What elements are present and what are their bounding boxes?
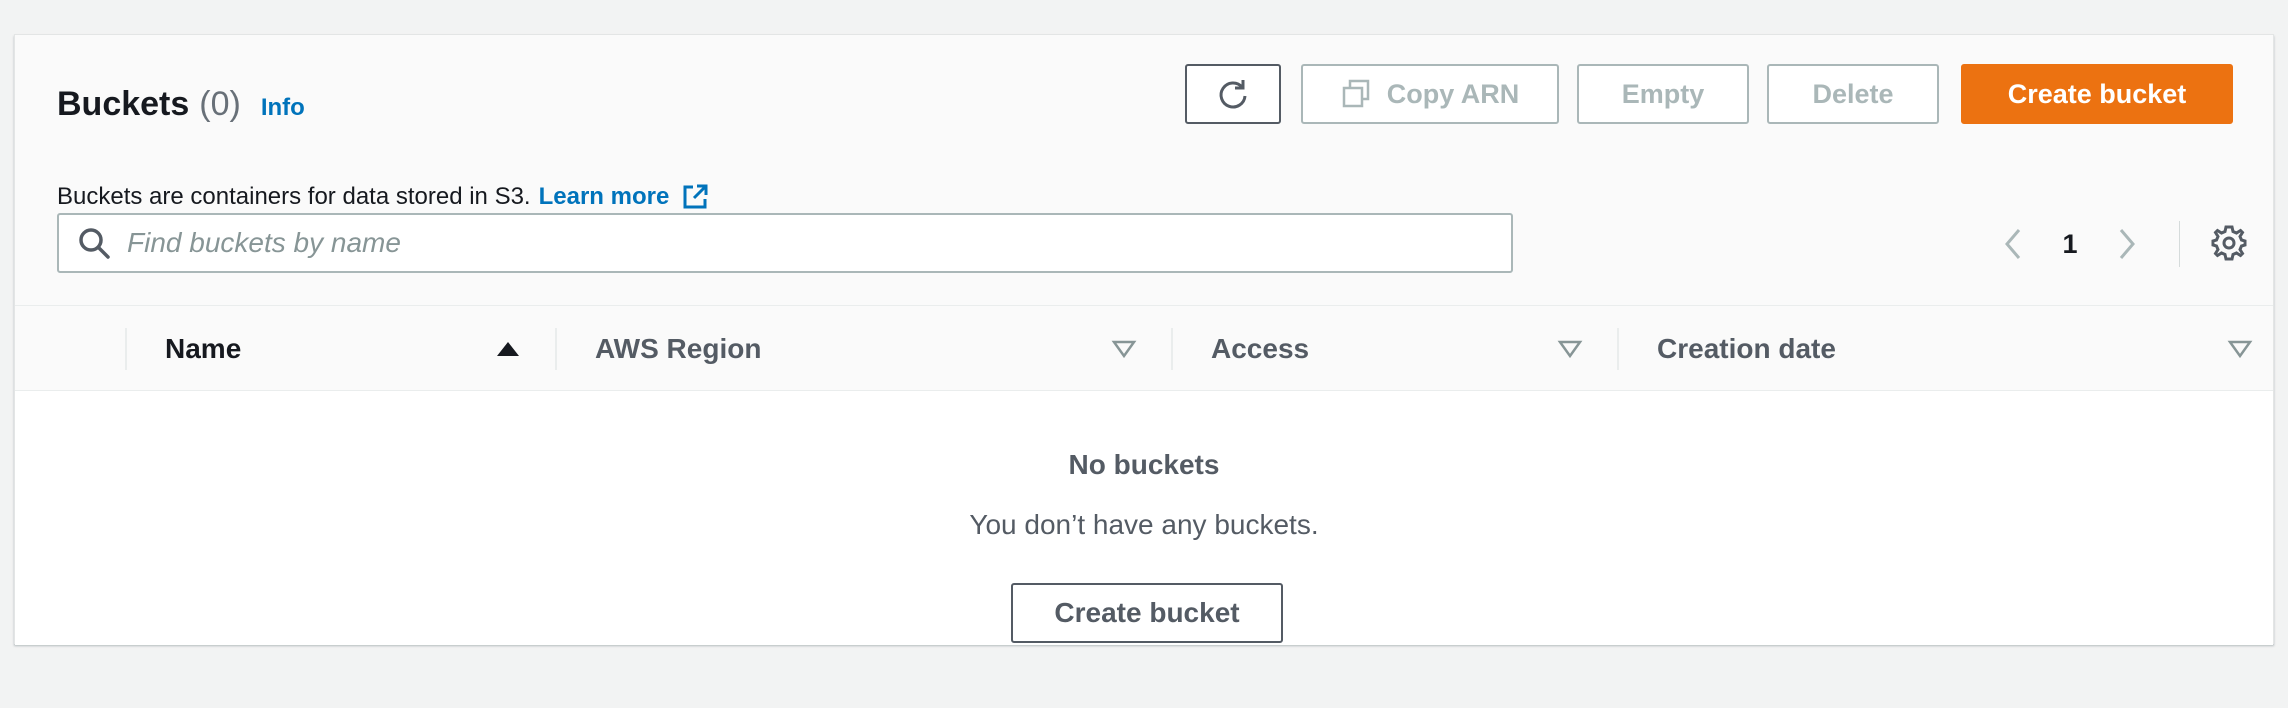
create-bucket-button[interactable]: Create bucket: [1961, 64, 2233, 124]
table-header: Name AWS Region Access Creation date: [15, 305, 2273, 391]
chevron-right-icon: [2119, 229, 2135, 259]
column-header-creation-date[interactable]: Creation date: [1657, 306, 1836, 392]
column-header-region[interactable]: AWS Region: [595, 306, 761, 392]
delete-button[interactable]: Delete: [1767, 64, 1939, 124]
column-name-label: Name: [165, 333, 242, 364]
empty-state-description: You don’t have any buckets.: [969, 509, 1319, 540]
current-page[interactable]: 1: [2031, 229, 2109, 260]
sort-unsorted-icon[interactable]: [1111, 336, 1137, 362]
column-region-label: AWS Region: [595, 333, 762, 364]
empty-state-title: No buckets: [1068, 449, 1220, 480]
title-row: Buckets (0) Info: [57, 85, 305, 124]
description-text: Buckets are containers for data stored i…: [57, 183, 531, 210]
learn-more-link[interactable]: Learn more: [539, 183, 670, 211]
column-divider[interactable]: [555, 328, 557, 370]
refresh-icon: [1219, 80, 1247, 109]
refresh-button[interactable]: [1185, 64, 1281, 124]
panel-header: Buckets (0) Info Buckets are containers …: [15, 35, 2273, 305]
page-title: Buckets: [57, 85, 190, 123]
pagination: 1: [1995, 221, 2145, 267]
column-header-access[interactable]: Access: [1211, 306, 1309, 392]
table-body: No buckets You don’t have any buckets. C…: [15, 391, 2273, 645]
pager-divider: [2179, 221, 2180, 267]
gear-icon[interactable]: [2209, 223, 2249, 263]
copy-arn-button[interactable]: Copy ARN: [1301, 64, 1559, 124]
next-page-button[interactable]: [2109, 221, 2145, 267]
column-access-label: Access: [1211, 333, 1310, 364]
search-input[interactable]: [127, 227, 1487, 259]
description: Buckets are containers for data stored i…: [57, 183, 709, 211]
sort-ascending-icon[interactable]: [495, 336, 521, 362]
prev-page-button[interactable]: [1995, 221, 2031, 267]
buckets-panel: Buckets (0) Info Buckets are containers …: [14, 34, 2274, 645]
column-divider[interactable]: [1171, 328, 1173, 370]
copy-icon: [1342, 79, 1369, 108]
chevron-left-icon: [2005, 229, 2021, 259]
column-date-label: Creation date: [1657, 333, 1836, 364]
sort-unsorted-icon[interactable]: [2227, 336, 2253, 362]
search-icon: [79, 228, 110, 259]
column-divider: [125, 328, 127, 370]
empty-button[interactable]: Empty: [1577, 64, 1749, 124]
bucket-count: (0): [199, 85, 241, 123]
info-link[interactable]: Info: [261, 94, 305, 122]
sort-unsorted-icon[interactable]: [1557, 336, 1583, 362]
search-box[interactable]: [57, 213, 1513, 273]
external-link-icon[interactable]: [681, 183, 709, 211]
copy-arn-label: Copy ARN: [1386, 78, 1520, 109]
column-header-name[interactable]: Name: [165, 306, 241, 392]
empty-state-create-bucket-button[interactable]: Create bucket: [1011, 583, 1283, 643]
column-divider[interactable]: [1617, 328, 1619, 370]
